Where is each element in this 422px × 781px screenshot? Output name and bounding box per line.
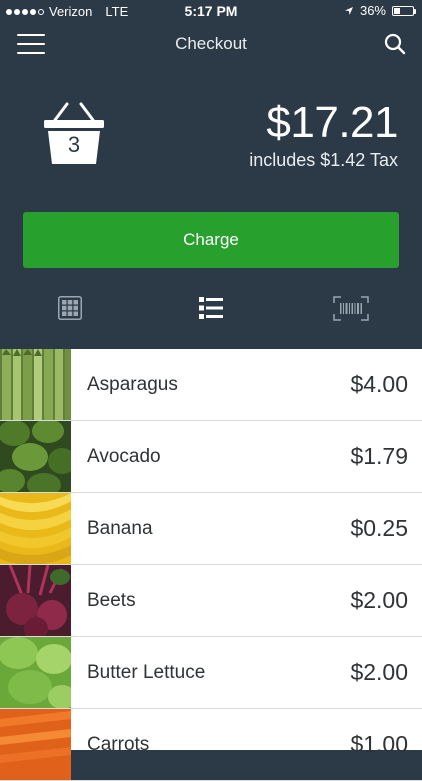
product-price: $1.00 [350, 731, 408, 757]
basket-icon[interactable]: 3 [43, 102, 105, 166]
avocado-image [0, 421, 71, 492]
banana-image [0, 493, 71, 564]
charge-button[interactable]: Charge [23, 212, 399, 268]
carrots-image [0, 709, 71, 780]
product-price: $2.00 [350, 587, 408, 613]
butter-lettuce-image [0, 637, 71, 708]
product-name: Avocado [87, 445, 161, 467]
total-amount: $17.21 [266, 98, 398, 147]
beets-image [0, 565, 71, 636]
asparagus-image [0, 349, 71, 420]
search-icon[interactable] [384, 33, 406, 55]
product-name: Beets [87, 589, 136, 611]
product-price: $2.00 [350, 659, 408, 685]
product-name: Banana [87, 517, 153, 539]
product-price: $0.25 [350, 515, 408, 541]
product-row-asparagus[interactable]: Asparagus $4.00 [0, 349, 422, 421]
product-name: Asparagus [87, 373, 178, 395]
battery-icon [392, 5, 416, 16]
product-name: Butter Lettuce [87, 661, 206, 683]
product-row-banana[interactable]: Banana $0.25 [0, 493, 422, 565]
nav-bar: Checkout [0, 24, 422, 64]
product-price: $1.79 [350, 443, 408, 469]
page-title: Checkout [175, 34, 247, 53]
product-price: $4.00 [350, 371, 408, 397]
product-row-butter-lettuce[interactable]: Butter Lettuce $2.00 [0, 637, 422, 709]
status-right: 36% [344, 3, 416, 18]
cart-item-count: 3 [67, 132, 81, 157]
grid-icon[interactable] [58, 296, 82, 320]
list-icon[interactable] [199, 296, 223, 320]
tax-amount: includes $1.42 Tax [249, 150, 398, 170]
status-bar: Verizon LTE 5:17 PM 36% [0, 0, 422, 22]
product-name: Carrots [87, 733, 150, 755]
product-row-beets[interactable]: Beets $2.00 [0, 565, 422, 637]
product-list: Asparagus $4.00 Avocado $1.79 Banana $0.… [0, 349, 422, 781]
location-arrow-icon [344, 6, 353, 15]
battery-percent: 36% [359, 3, 386, 18]
barcode-icon[interactable] [333, 296, 369, 321]
product-row-carrots[interactable]: Carrots $1.00 [0, 709, 422, 781]
product-row-avocado[interactable]: Avocado $1.79 [0, 421, 422, 493]
